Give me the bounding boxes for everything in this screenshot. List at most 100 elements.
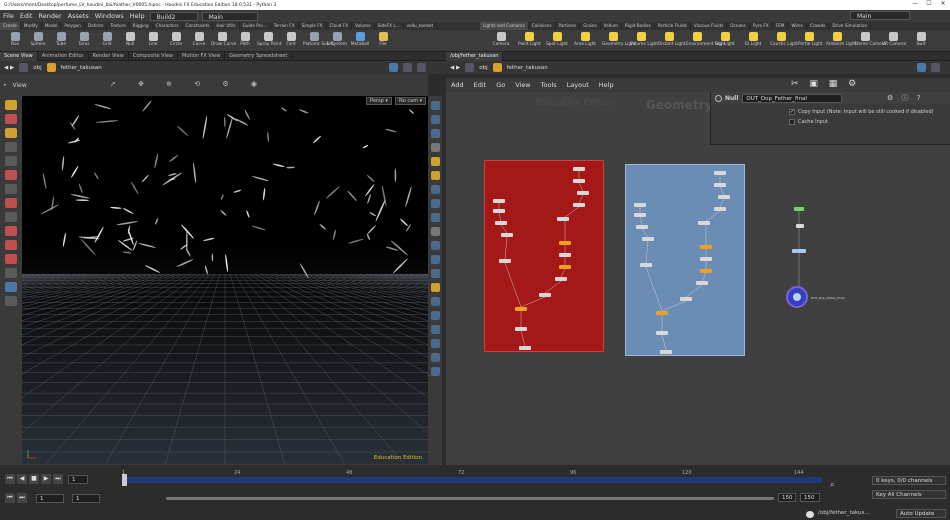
sop-node[interactable]	[559, 253, 571, 257]
sop-node[interactable]	[698, 221, 710, 225]
menu-render[interactable]: Render	[35, 12, 64, 20]
lock-icon[interactable]	[5, 156, 17, 166]
sop-node[interactable]	[718, 195, 730, 199]
sop-node[interactable]	[634, 203, 646, 207]
shelf-tool[interactable]: Draw Curve	[211, 32, 236, 47]
sop-node[interactable]	[515, 327, 527, 331]
sop-node[interactable]	[573, 167, 585, 171]
sop-node[interactable]	[559, 241, 571, 245]
snap-icon[interactable]	[5, 184, 17, 194]
camera-menu[interactable]: No cam ▾	[395, 97, 427, 105]
shelf-tab[interactable]: Grains	[580, 22, 601, 30]
shelf-tab[interactable]: Lights and Cameras	[480, 22, 529, 30]
sop-node[interactable]	[499, 259, 511, 263]
display-options-icon[interactable]	[430, 101, 440, 110]
end-frame-field[interactable]: 150	[800, 493, 820, 502]
shelf-tab[interactable]: Rigid Bodies	[622, 22, 655, 30]
shelf-tool[interactable]: Font	[280, 32, 302, 47]
shelf-tool[interactable]: Caustic Light	[770, 32, 798, 47]
shelf-tab[interactable]: Characters	[153, 22, 183, 30]
shelf-tab[interactable]: Vellum	[601, 22, 622, 30]
sop-node[interactable]	[493, 199, 505, 203]
wireframe-icon[interactable]	[430, 115, 440, 124]
sop-node[interactable]	[636, 225, 648, 229]
shelf-tool[interactable]: Grid	[96, 32, 118, 47]
3d-viewport[interactable]: Education Edition	[22, 96, 428, 465]
jump-end-button[interactable]: ⏭	[53, 474, 63, 484]
pin-icon[interactable]	[389, 63, 398, 72]
shelf-tab[interactable]: Create	[0, 22, 21, 30]
shelf-tool[interactable]: Point Light	[518, 32, 541, 47]
shelf-tool[interactable]: Camera	[490, 32, 512, 47]
persp-menu[interactable]: Persp ▾	[366, 97, 392, 105]
shelf-tab[interactable]: Simple FX	[299, 22, 327, 30]
start-frame-field[interactable]: 1	[36, 493, 64, 503]
shelf-tab[interactable]: Texture	[107, 22, 130, 30]
shelf-tab[interactable]: Hair Utils	[213, 22, 240, 30]
shelf-tool[interactable]: Spot Light	[546, 32, 568, 47]
net-menu-edit[interactable]: Edit	[469, 81, 492, 89]
shelf-tool[interactable]: Stereo Camera	[854, 32, 886, 47]
minimize-button[interactable]: —	[908, 0, 922, 10]
cache-input-checkbox[interactable]	[789, 119, 795, 125]
shelf-tool[interactable]: Platonic Solids	[303, 32, 334, 47]
sop-node[interactable]	[700, 257, 712, 261]
shaded-icon[interactable]	[430, 129, 440, 138]
key-all-channels-button[interactable]: Key All Channels	[872, 490, 946, 499]
shelf-tool[interactable]: Geometry Light	[602, 32, 636, 47]
point-display-icon[interactable]	[430, 199, 440, 208]
shelf-tab[interactable]: Viscous Fluids	[691, 22, 728, 30]
sop-node[interactable]	[714, 183, 726, 187]
sop-node[interactable]	[660, 350, 672, 354]
sop-node[interactable]	[656, 331, 668, 335]
viewport-tool-icons[interactable]: ➚ ✥ ⊕ ⟲ ⚙ ◉	[110, 80, 267, 88]
background-icon[interactable]	[430, 283, 440, 292]
range-start-field[interactable]: 1	[72, 493, 100, 503]
play-button[interactable]: ▶	[41, 474, 51, 484]
net-menu-tools[interactable]: Tools	[536, 81, 562, 89]
shelf-tab[interactable]: Guide Pro...	[240, 22, 271, 30]
sop-node[interactable]	[696, 281, 708, 285]
network-editor[interactable]: Education Edition Geometry OUT_Dop_Fethe…	[446, 92, 950, 465]
timeline-slider[interactable]	[122, 474, 822, 486]
shelf-tool[interactable]: File	[372, 32, 394, 47]
net-path-root[interactable]: obj	[475, 65, 491, 71]
sop-node[interactable]	[714, 171, 726, 175]
desktop-dropdown[interactable]: Build2	[149, 11, 198, 21]
net-menu-add[interactable]: Add	[446, 81, 469, 89]
select-tool-icon[interactable]	[5, 100, 17, 110]
uv-display-icon[interactable]	[430, 241, 440, 250]
shelf-tab[interactable]: Crowds	[807, 22, 830, 30]
magnet-icon[interactable]	[5, 170, 17, 180]
shelf-tool[interactable]: Environment Light	[686, 32, 726, 47]
sop-node[interactable]	[539, 293, 551, 297]
shelf-tool[interactable]: Volume Light	[630, 32, 658, 47]
shelf-tool[interactable]: Area Light	[574, 32, 596, 47]
grid-display-icon[interactable]	[430, 269, 440, 278]
shelf-tool[interactable]: Portal Light	[798, 32, 822, 47]
network-box-red[interactable]	[484, 160, 604, 352]
path-root[interactable]: obj	[29, 65, 45, 71]
normal-display-icon[interactable]	[430, 213, 440, 222]
shelf-tool[interactable]: Swit	[910, 32, 932, 47]
shelf-tool[interactable]: GI Light	[742, 32, 764, 47]
shelf-tab[interactable]: Modify	[21, 22, 42, 30]
sop-node[interactable]	[573, 203, 585, 207]
shelf-tool[interactable]: Distant Light	[658, 32, 686, 47]
pane-split-icon[interactable]	[417, 63, 426, 72]
range-slider[interactable]	[166, 497, 774, 500]
translate-icon[interactable]	[5, 226, 17, 236]
headlight-icon[interactable]	[430, 171, 440, 180]
sop-node[interactable]	[573, 179, 585, 183]
render-flipbook-icon[interactable]	[430, 339, 440, 348]
sop-node[interactable]	[700, 245, 712, 249]
net-menu-help[interactable]: Help	[594, 81, 619, 89]
menu-file[interactable]: File	[0, 12, 17, 20]
step-back-button[interactable]: ◀	[17, 474, 27, 484]
vector-display-icon[interactable]	[430, 255, 440, 264]
maximize-button[interactable]: ☐	[922, 0, 936, 10]
shelf-tool[interactable]: Sky Light	[714, 32, 736, 47]
close-button[interactable]: ✕	[936, 0, 950, 10]
pane-tab[interactable]: /obj/fether_takusan	[446, 51, 504, 61]
sop-node[interactable]	[634, 213, 646, 217]
